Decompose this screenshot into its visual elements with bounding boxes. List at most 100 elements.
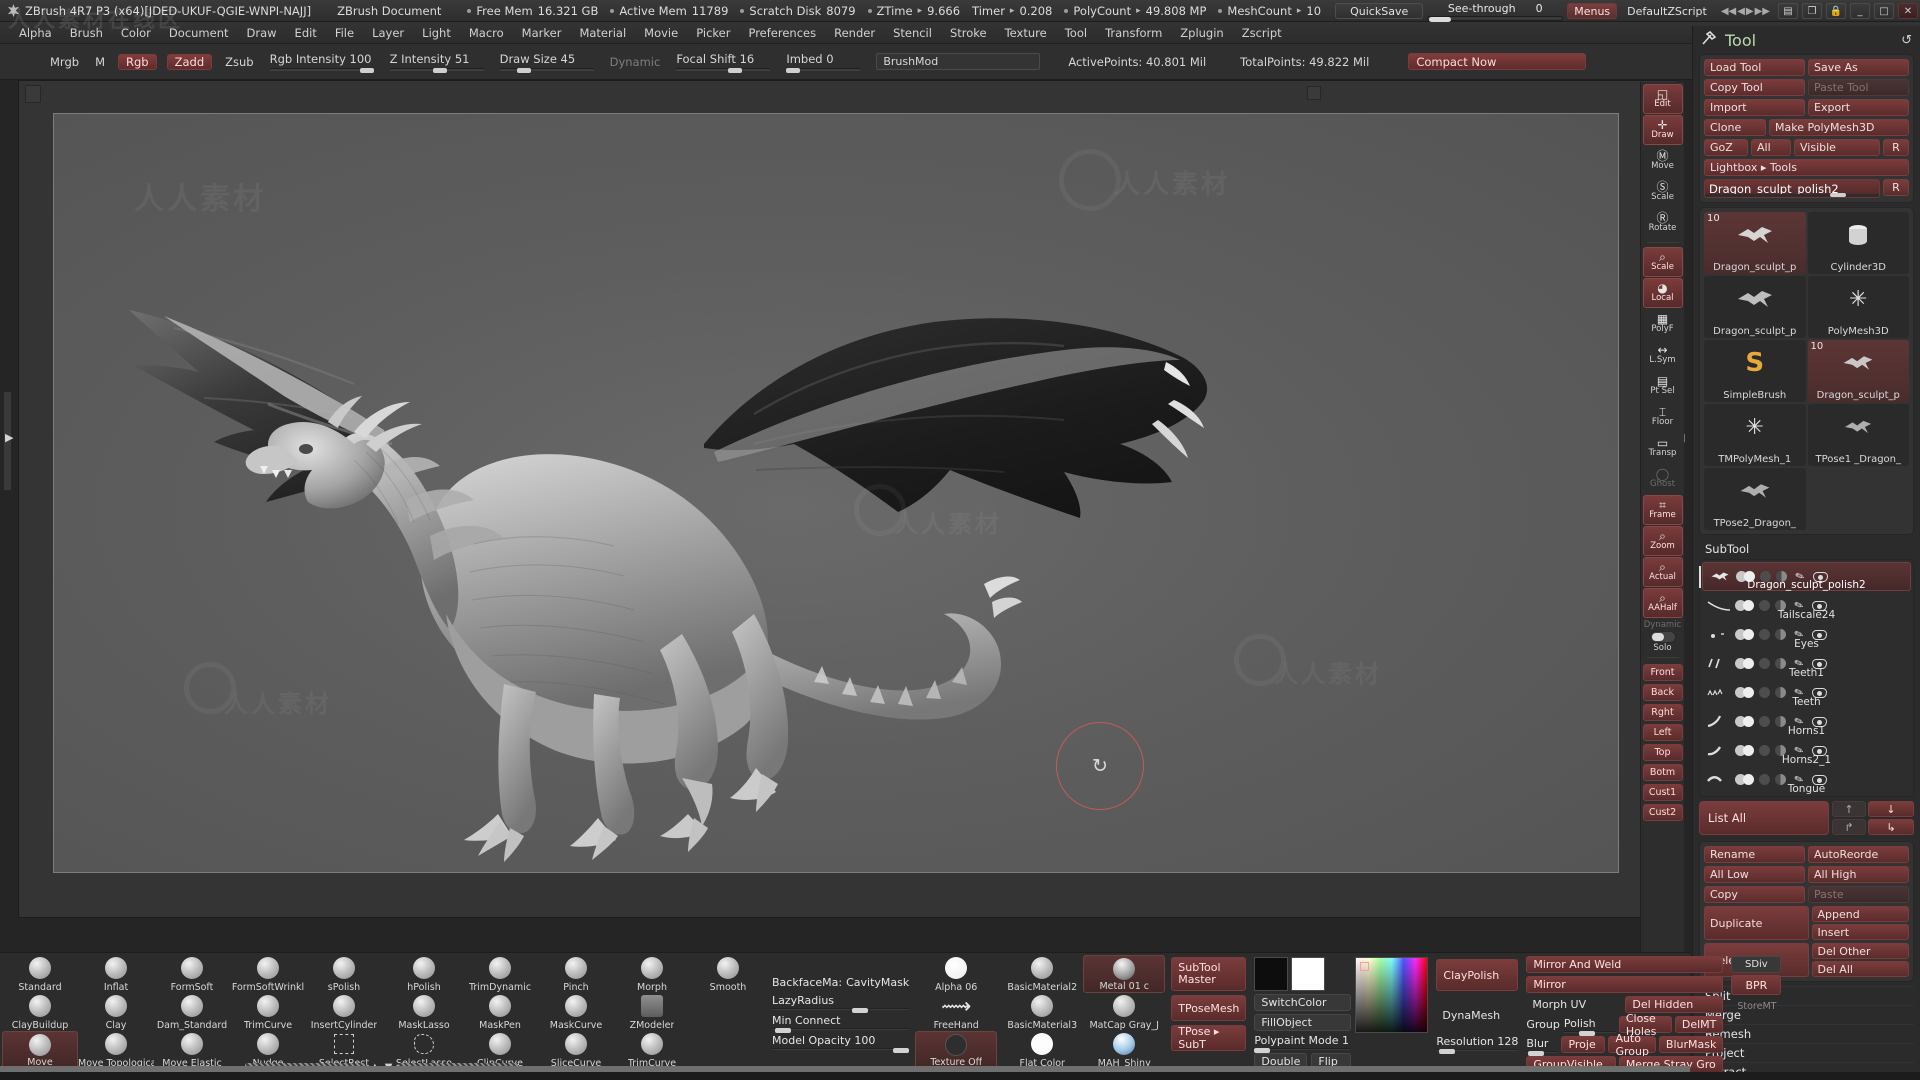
min-connect-track[interactable]	[772, 1028, 910, 1033]
color-picker[interactable]	[1354, 957, 1429, 1033]
fill-object-button[interactable]: FillObject	[1254, 1014, 1351, 1031]
rail-rotate-button[interactable]: Ⓡ Rotate	[1643, 208, 1683, 238]
nav-prev-icon[interactable]: ◀	[1737, 6, 1745, 17]
rail-floor-button[interactable]: ⌶ Floor	[1643, 402, 1683, 432]
dynamic-label[interactable]: Dynamic	[602, 44, 669, 80]
menu-item-draw[interactable]: Draw	[238, 26, 286, 40]
tpose-mesh-button[interactable]: TPoseMesh	[1171, 995, 1247, 1021]
menu-item-zscript[interactable]: Zscript	[1233, 26, 1291, 40]
tool-thumb-tmpolymesh[interactable]: ✳ TMPolyMesh_1	[1704, 404, 1806, 466]
zscript-nav-arrows[interactable]: ◀◀ ◀ ▶ ▶▶	[1721, 6, 1770, 17]
clay-polish-button[interactable]: ClayPolish	[1436, 959, 1519, 991]
visible-button[interactable]: Visible	[1794, 139, 1880, 156]
brush-maskpen[interactable]: MaskPen	[462, 993, 538, 1031]
rgb-intensity-knob[interactable]	[359, 68, 374, 73]
brush-trimcurve-1[interactable]: TrimCurve	[230, 993, 306, 1031]
resolution-knob[interactable]	[1438, 1049, 1455, 1054]
zadd-button[interactable]: Zadd	[166, 53, 213, 70]
quicksave-button[interactable]: QuickSave	[1335, 3, 1424, 19]
menus-button[interactable]: Menus	[1567, 3, 1618, 19]
canvas-tab-left[interactable]	[25, 85, 41, 103]
all-low-button[interactable]: All Low	[1704, 866, 1805, 883]
brush-dam-standard[interactable]: Dam_Standard	[154, 993, 230, 1031]
z-intensity-knob[interactable]	[432, 68, 447, 73]
view-back-button[interactable]: Back	[1642, 684, 1683, 701]
rail-move-button[interactable]: Ⓜ Move	[1643, 146, 1683, 176]
rail-local-button[interactable]: ◕ Local	[1642, 278, 1683, 308]
subtool-row-dragon-sculpt-polish2[interactable]: ✎ Dragon_sculpt_polish2	[1699, 562, 1911, 591]
del-mt-button[interactable]: DelMT	[1674, 1016, 1724, 1033]
del-other-button[interactable]: Del Other	[1811, 943, 1909, 959]
view-custom1-button[interactable]: Cust1	[1642, 784, 1683, 801]
proje-button[interactable]: Proje	[1561, 1036, 1606, 1053]
material-matcap-gray-j[interactable]: MatCap Gray_J	[1083, 993, 1165, 1031]
imbed-knob[interactable]	[786, 68, 801, 73]
minimize-button[interactable]: _	[1850, 3, 1870, 19]
tool-thumb-cylinder3d[interactable]: Cylinder3D	[1807, 212, 1909, 274]
del-hidden-button[interactable]: Del Hidden	[1625, 996, 1724, 1013]
brush-pinch[interactable]: Pinch	[538, 955, 614, 993]
close-holes-button[interactable]: Close Holes	[1618, 1012, 1672, 1038]
rail-ghost-button[interactable]: ◯ Ghost	[1643, 464, 1683, 494]
rgb-button[interactable]: Rgb	[118, 53, 157, 70]
brush-masklasso[interactable]: MaskLasso	[386, 993, 462, 1031]
copy-tool-button[interactable]: Copy Tool	[1704, 79, 1805, 96]
solo-toggle[interactable]: Solo	[1649, 631, 1676, 653]
focal-shift-knob[interactable]	[728, 68, 742, 73]
menu-item-material[interactable]: Material	[570, 26, 635, 40]
alpha-06[interactable]: Alpha 06	[915, 955, 997, 993]
close-button[interactable]: ✕	[1898, 3, 1918, 19]
draw-size-slider[interactable]: Draw Size 45	[499, 52, 594, 73]
subtool-row-tongue[interactable]: ✎ Tongue	[1702, 765, 1911, 795]
reset-icon[interactable]: ↺	[1901, 33, 1912, 48]
see-through-knob[interactable]	[1429, 16, 1452, 22]
export-button[interactable]: Export	[1808, 99, 1909, 116]
secondary-color-swatch[interactable]	[1254, 957, 1289, 991]
material-basicmaterial2[interactable]: BasicMaterial2	[1001, 955, 1083, 993]
lazy-radius-track[interactable]	[772, 1008, 910, 1013]
tpose-subtool-button[interactable]: TPose ▸ SubT	[1171, 1025, 1247, 1051]
brush-formsoftwrinkle[interactable]: FormSoftWrinkl	[230, 955, 306, 993]
all-button[interactable]: All	[1751, 139, 1791, 156]
subtool-master-button[interactable]: SubTool Master	[1171, 957, 1247, 991]
brush-formsoft[interactable]: FormSoft	[154, 955, 230, 993]
tool-thumb-dragon-sculpt-1[interactable]: 10 Dragon_sculpt_p	[1704, 212, 1806, 274]
mirror-button[interactable]: Mirror	[1526, 976, 1724, 993]
subtool-group-down-button[interactable]: ↳	[1868, 819, 1914, 835]
see-through-slider[interactable]: See-through 0	[1427, 1, 1564, 22]
solo-switch-icon[interactable]	[1649, 631, 1676, 643]
mirror-and-weld-button[interactable]: Mirror And Weld	[1526, 956, 1724, 973]
subtool-move-up-button[interactable]: ↑	[1832, 801, 1866, 817]
import-button[interactable]: Import	[1704, 99, 1805, 116]
auto-reorder-button[interactable]: AutoReorde	[1808, 846, 1909, 863]
view-bottom-button[interactable]: Botm	[1642, 764, 1683, 781]
brush-trimdynamic[interactable]: TrimDynamic	[462, 955, 538, 993]
view-right-button[interactable]: Rght	[1642, 704, 1683, 721]
view-top-button[interactable]: Top	[1642, 744, 1683, 761]
subtool-row-teeth1[interactable]: ✎ Teeth1	[1702, 649, 1911, 679]
make-polymesh3d-button[interactable]: Make PolyMesh3D	[1769, 119, 1909, 136]
m-button[interactable]: M	[87, 44, 113, 80]
brush-standard[interactable]: Standard	[2, 955, 78, 993]
resolution-track[interactable]	[1436, 1049, 1519, 1054]
window-lock-icon[interactable]: 🔒	[1826, 3, 1846, 19]
material-metal-01c[interactable]: Metal 01 c	[1083, 955, 1166, 993]
subtool-row-teeth[interactable]: ✎ Teeth	[1702, 678, 1911, 708]
current-tool-knob[interactable]	[1830, 193, 1847, 197]
list-all-button[interactable]: List All	[1699, 801, 1829, 835]
cavity-mask-label[interactable]: CavityMask	[846, 976, 909, 989]
polish-knob[interactable]	[1579, 1030, 1596, 1036]
save-as-button[interactable]: Save As	[1808, 59, 1909, 76]
left-tray-arrow-icon[interactable]: ▶	[5, 431, 13, 444]
primary-color-swatch[interactable]	[1291, 957, 1326, 991]
lightbox-tools-button[interactable]: Lightbox ▸ Tools	[1704, 159, 1909, 176]
brush-hpolish[interactable]: hPolish	[386, 955, 462, 993]
resolution-slider[interactable]: Resolution 128	[1436, 1035, 1519, 1054]
r-button[interactable]: R	[1883, 139, 1909, 156]
menu-item-light[interactable]: Light	[413, 26, 460, 40]
canvas-tab-right[interactable]	[1307, 86, 1321, 100]
tool-thumb-polymesh3d[interactable]: ✳ PolyMesh3D	[1807, 276, 1909, 338]
dragon-sculpt-model[interactable]	[54, 114, 1619, 873]
switch-color-button[interactable]: SwitchColor	[1254, 994, 1351, 1011]
copy-subtool-button[interactable]: Copy	[1704, 886, 1805, 903]
